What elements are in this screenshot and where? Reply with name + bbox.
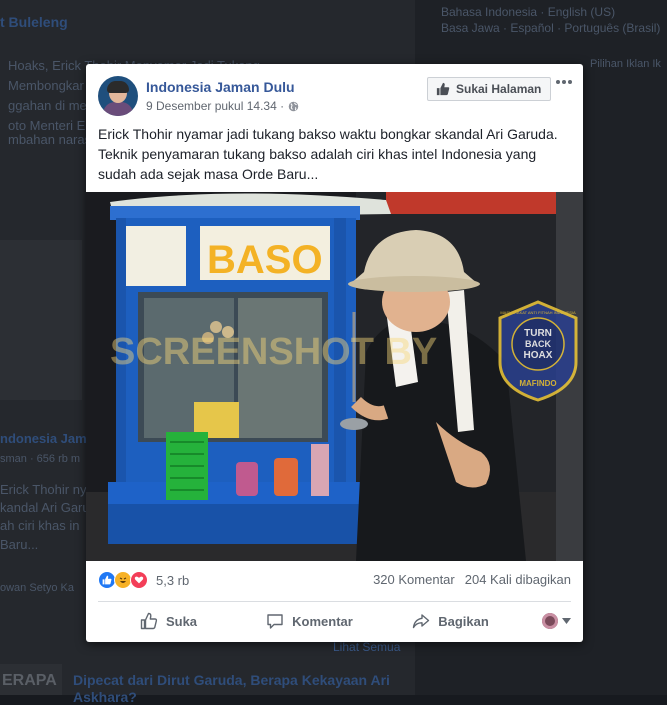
bg-page-name: ndonesia Jama xyxy=(0,431,94,446)
post-timestamp[interactable]: 9 Desember pukul 14.34 · xyxy=(146,99,284,113)
bg-languages: Bahasa Indonesia · English (US) xyxy=(441,5,616,19)
like-label: Suka xyxy=(165,613,198,629)
bg-line: oto Menteri E xyxy=(8,118,86,133)
page-name-link[interactable]: Indonesia Jaman Dulu xyxy=(146,79,295,95)
love-reaction-icon xyxy=(130,571,148,589)
bg-post-line: kandal Ari Garu xyxy=(0,500,90,515)
share-button[interactable]: Bagikan xyxy=(380,612,521,630)
bg-line: Membongkar xyxy=(8,78,84,93)
bg-line: ggahan di me xyxy=(8,98,87,113)
bg-page-meta: sman · 656 rb m xyxy=(0,453,81,465)
bg-caption: owan Setyo Ka xyxy=(0,582,74,594)
like-button[interactable]: Suka xyxy=(98,612,239,630)
watermark-text: SCREENSHOT BY xyxy=(110,331,437,373)
badge-line3: HOAX xyxy=(524,350,553,361)
caret-down-icon xyxy=(562,618,571,624)
comment-count[interactable]: 320 Komentar xyxy=(373,572,455,587)
reaction-count: 5,3 rb xyxy=(156,572,190,588)
post-actions: Suka Komentar Bagikan xyxy=(98,605,571,637)
badge-ring-text: MASYARAKAT ANTI FITNAH INDONESIA xyxy=(500,310,576,315)
bg-header: t Buleleng xyxy=(0,14,68,30)
comment-label: Komentar xyxy=(292,613,353,629)
more-options-icon[interactable] xyxy=(555,76,573,88)
comment-button[interactable]: Komentar xyxy=(239,612,380,630)
thumbs-up-icon xyxy=(436,82,450,96)
bg-thumbnail xyxy=(0,240,82,400)
bg-post-line: ah ciri khas in xyxy=(0,518,80,533)
bg-ad-note: Pilihan Iklan Ik xyxy=(590,58,661,70)
share-label: Bagikan xyxy=(438,613,489,629)
bg-see-all-link[interactable]: Lihat Semua xyxy=(333,640,400,654)
share-as-selector[interactable] xyxy=(521,613,571,629)
comment-icon xyxy=(267,614,283,629)
post-photo[interactable]: SCREENSHOT BY BASO TURN BACK HOAX MAFIND… xyxy=(86,192,583,561)
cart-sign-text: BASO xyxy=(207,238,323,282)
engagement-counts: 320 Komentar 204 Kali dibagikan xyxy=(373,572,571,587)
bg-article-title-2[interactable]: Askhara? xyxy=(73,689,137,705)
bg-post-line: Erick Thohir ny xyxy=(0,482,87,497)
badge-org: MAFINDO xyxy=(519,379,556,388)
globe-icon xyxy=(288,101,299,111)
bg-line: mbahan narasi xyxy=(8,132,94,147)
user-avatar-icon xyxy=(542,613,558,629)
reactions-summary[interactable]: 5,3 rb xyxy=(98,571,189,589)
like-page-button[interactable]: Sukai Halaman xyxy=(427,77,552,101)
badge-line1: TURN xyxy=(524,328,552,339)
badge-line2: BACK xyxy=(525,339,551,349)
like-page-label: Sukai Halaman xyxy=(456,82,542,96)
post-card: Indonesia Jaman Dulu 9 Desember pukul 14… xyxy=(86,64,583,642)
turnbackhoax-badge-icon: TURN BACK HOAX MAFINDO MASYARAKAT ANTI F… xyxy=(498,300,578,402)
post-text: Erick Thohir nyamar jadi tukang bakso wa… xyxy=(98,126,558,182)
post-meta: 9 Desember pukul 14.34 · xyxy=(146,99,299,113)
bg-article-title[interactable]: Dipecat dari Dirut Garuda, Berapa Kekaya… xyxy=(73,672,390,688)
bg-post-line: Baru... xyxy=(0,537,39,552)
divider xyxy=(98,601,571,602)
share-count[interactable]: 204 Kali dibagikan xyxy=(465,572,571,587)
thumbs-up-outline-icon xyxy=(140,612,158,630)
share-arrow-icon xyxy=(413,614,430,629)
bg-languages: Basa Jawa · Español · Português (Brasil) xyxy=(441,21,661,35)
bg-article-badge: ERAPA xyxy=(2,672,57,689)
page-avatar[interactable] xyxy=(98,76,138,116)
